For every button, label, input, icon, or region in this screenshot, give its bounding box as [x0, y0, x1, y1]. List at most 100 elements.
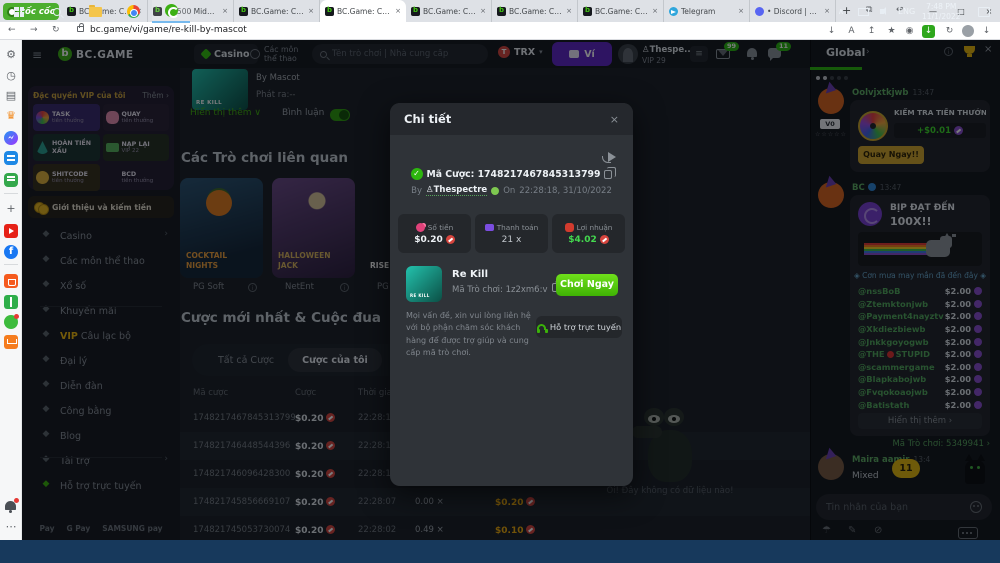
crown-icon[interactable]: ♛: [4, 109, 18, 123]
download-manager-icon[interactable]: ↓: [922, 25, 935, 38]
ssl-lock-icon[interactable]: [77, 23, 84, 32]
tab-close-icon[interactable]: ×: [824, 7, 830, 15]
tab-favicon: [239, 6, 248, 16]
support-text: Mọi vấn đề, xin vui lòng liên hệ với bộ …: [406, 311, 531, 358]
tab-close-icon[interactable]: ×: [308, 7, 314, 15]
tab-close-icon[interactable]: ×: [566, 7, 572, 15]
clock[interactable]: 7:48 PM 11/1/2022: [922, 0, 960, 23]
share-arrow-icon[interactable]: [602, 152, 616, 164]
start-button[interactable]: [0, 0, 38, 23]
bet-id-row: ✓ Mã Cược: 1748217467845313799: [390, 167, 633, 180]
file-explorer-icon[interactable]: [76, 0, 114, 23]
forward-button[interactable]: →: [30, 25, 38, 35]
share-icon[interactable]: ↥: [866, 26, 877, 37]
network-icon[interactable]: [858, 0, 869, 23]
tab-close-icon[interactable]: ×: [738, 7, 744, 15]
game-thumb-label: RE KILL: [410, 293, 430, 298]
tab-title: BC.Game: Crypto: [337, 6, 392, 16]
tab-favicon: [669, 6, 678, 16]
modal-close-icon[interactable]: ×: [610, 113, 619, 126]
profile-avatar-icon[interactable]: [962, 25, 974, 37]
zalo-icon[interactable]: [4, 151, 18, 165]
add-shortcut-icon[interactable]: +: [4, 202, 18, 216]
windows-taskbar: [0, 540, 1000, 563]
volume-icon[interactable]: [880, 0, 886, 23]
action-center-icon[interactable]: [978, 0, 990, 23]
notifications-bell-icon[interactable]: [5, 498, 19, 513]
taskbar-search-icon[interactable]: [38, 0, 76, 23]
cart-icon[interactable]: [4, 335, 18, 349]
copy-icon[interactable]: [604, 167, 617, 179]
coccoc-taskbar-icon[interactable]: [152, 0, 190, 23]
rail-divider: [4, 193, 18, 194]
browser-tab[interactable]: BC.Game: Crypto ×: [234, 0, 320, 22]
live-support-button[interactable]: Hỗ trợ trực tuyến: [536, 316, 622, 338]
rail-divider: [4, 264, 18, 265]
tab-title: BC.Game: Crypto: [595, 6, 649, 16]
browser-tab[interactable]: BC.Game: Crypto ×: [320, 0, 406, 22]
game-thumb[interactable]: RE KILL: [406, 266, 442, 302]
trx-coin-icon: [445, 235, 455, 244]
screen: cốc cốc BC.Game: Crypto × $1,500 Midweek…: [0, 0, 1000, 563]
tab-close-icon[interactable]: ×: [480, 7, 486, 15]
trx-coin-icon: [599, 235, 609, 244]
tab-favicon: [583, 6, 592, 16]
history-clock-icon[interactable]: ◷: [4, 69, 18, 83]
on-label: On: [503, 185, 516, 196]
facebook-icon[interactable]: f: [4, 245, 18, 259]
stat-amount: Số tiền $0.20: [398, 214, 471, 253]
bet-stats: Số tiền $0.20 Thanh toán 21 x Lợi nhuận …: [398, 214, 625, 253]
browser-tab[interactable]: • Discord | #🔊m ×: [750, 0, 836, 22]
tab-favicon: [411, 6, 420, 16]
frog-emoji-icon: [491, 186, 500, 195]
modal-header: Chi tiết ×: [390, 103, 633, 135]
by-label: By: [411, 185, 422, 196]
bet-datetime: 22:28:18, 31/10/2022: [519, 185, 612, 196]
keyboard-language[interactable]: ENG: [898, 0, 915, 23]
save-page-icon[interactable]: ↓: [826, 26, 837, 37]
game-name: Re Kill: [452, 269, 488, 280]
browser-tab[interactable]: BC.Game: Crypto ×: [406, 0, 492, 22]
card-icon: [484, 223, 494, 231]
settings-gear-icon[interactable]: ⚙: [4, 48, 18, 62]
shield-icon[interactable]: ◉: [904, 26, 915, 37]
gift-icon[interactable]: [4, 295, 18, 309]
check-circle-icon: ✓: [410, 168, 423, 180]
bet-meta-row: By ♙Thespectre On 22:28:18, 31/10/2022: [390, 185, 633, 196]
notification-red-dot: [14, 498, 19, 503]
tab-close-icon[interactable]: ×: [222, 7, 228, 15]
gamepad-icon[interactable]: [4, 173, 18, 187]
reading-list-icon[interactable]: ▤: [4, 89, 18, 103]
money-icon: [415, 222, 425, 232]
modal-title: Chi tiết: [404, 112, 452, 126]
translate-icon[interactable]: A: [846, 26, 857, 37]
youtube-icon[interactable]: [4, 224, 18, 238]
game-id: Mã Trò chơi: 1z2xm6:v: [452, 285, 548, 295]
more-options-icon[interactable]: ⋯: [4, 520, 18, 534]
tray-expand-icon[interactable]: ∧: [838, 0, 844, 23]
tab-favicon: [325, 6, 334, 16]
tab-favicon: [755, 6, 764, 16]
sync-icon[interactable]: ↻: [944, 26, 955, 37]
messenger-icon[interactable]: [4, 131, 18, 145]
tab-title: BC.Game: Crypto: [251, 6, 305, 16]
back-button[interactable]: ←: [8, 25, 16, 35]
headset-icon: [536, 324, 546, 333]
chrome-icon[interactable]: [114, 0, 152, 23]
tab-title: BC.Game: Crypto: [423, 6, 477, 16]
reload-button[interactable]: ↻: [52, 25, 60, 35]
tab-close-icon[interactable]: ×: [652, 7, 658, 15]
browser-tab[interactable]: BC.Game: Crypto ×: [492, 0, 578, 22]
browser-tab[interactable]: BC.Game: Crypto ×: [578, 0, 664, 22]
tab-title: • Discord | #🔊m: [767, 6, 821, 16]
play-now-button[interactable]: Chơi Ngay: [556, 274, 618, 296]
url-text[interactable]: bc.game/vi/game/re-kill-by-mascot: [90, 25, 247, 35]
downloads-icon[interactable]: ↓: [981, 26, 992, 37]
bookmark-star-icon[interactable]: ★: [886, 26, 897, 37]
bettor-username[interactable]: ♙Thespectre: [426, 185, 488, 196]
shopee-icon[interactable]: [4, 274, 18, 288]
browser-tab[interactable]: Telegram ×: [664, 0, 750, 22]
tab-close-icon[interactable]: ×: [395, 7, 401, 15]
promo-dot-icon[interactable]: [4, 314, 19, 329]
stat-profit: Lợi nhuận $4.02: [552, 214, 625, 253]
